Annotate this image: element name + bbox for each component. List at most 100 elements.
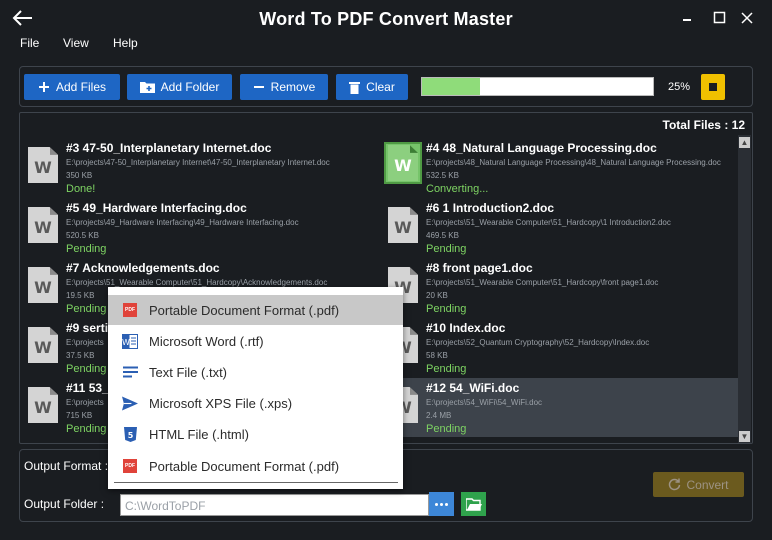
file-name: #7 Acknowledgements.doc [66, 261, 220, 275]
file-path: E:\projects\51_Wearable Computer\51_Hard… [426, 218, 671, 227]
word-doc-icon: W [388, 207, 418, 243]
convert-label: Convert [686, 477, 729, 492]
word-doc-icon: W [28, 267, 58, 303]
progress-fill [422, 78, 480, 95]
format-option-xps[interactable]: Microsoft XPS File (.xps) [108, 388, 403, 418]
word-doc-icon: W [28, 147, 58, 183]
refresh-icon [669, 478, 681, 491]
clear-label: Clear [366, 80, 395, 94]
file-size: 469.5 KB [426, 231, 459, 240]
stop-button[interactable] [701, 74, 725, 100]
format-option-label: HTML File (.html) [149, 426, 249, 442]
format-option-rtf[interactable]: W Microsoft Word (.rtf) [108, 326, 403, 356]
app-title: Word To PDF Convert Master [259, 9, 513, 29]
word-doc-icon: W [28, 387, 58, 423]
menu-bar: File View Help [0, 36, 772, 56]
format-option-label: Microsoft XPS File (.xps) [149, 395, 293, 411]
dropdown-divider [114, 482, 398, 483]
html5-icon: 5 [122, 426, 138, 442]
plus-icon [38, 82, 49, 92]
total-files: Total Files : 12 [662, 118, 745, 132]
file-path: E:\projects\48_Natural Language Processi… [426, 158, 721, 167]
word-icon: W [122, 333, 138, 349]
file-path: E:\projects\51_Wearable Computer\51_Hard… [66, 278, 328, 287]
close-icon[interactable] [740, 11, 754, 25]
svg-text:5: 5 [127, 431, 133, 440]
progress-percent: 25% [668, 81, 691, 93]
file-path: E:\projects\54_WiFi\54_WiFi.doc [426, 398, 543, 407]
file-name: #6 1 Introduction2.doc [426, 201, 555, 215]
file-status: Pending [66, 363, 107, 375]
minus-icon [253, 86, 264, 88]
file-size: 715 KB [66, 411, 93, 420]
send-arrow-icon [122, 395, 138, 411]
file-item[interactable]: W #6 1 Introduction2.doc E:\projects\51_We… [384, 198, 738, 257]
file-name: #8 front page1.doc [426, 261, 533, 275]
word-doc-icon: W [28, 207, 58, 243]
svg-text:W: W [122, 338, 130, 347]
progress-bar [421, 77, 654, 96]
file-path: E:\projects\52_Quantum Cryptography\52_H… [426, 338, 650, 347]
format-option-label: Portable Document Format (.pdf) [149, 302, 340, 318]
add-folder-button[interactable]: Add Folder [127, 74, 232, 100]
format-option-html[interactable]: 5 HTML File (.html) [108, 419, 403, 449]
browse-button[interactable] [429, 492, 454, 516]
file-name: #12 54_WiFi.doc [426, 381, 520, 395]
file-item[interactable]: W #10 Index.doc E:\projects\52_Quantum Cry… [384, 318, 738, 377]
format-option-label: Microsoft Word (.rtf) [149, 333, 264, 349]
add-files-label: Add Files [55, 80, 107, 94]
folder-plus-icon [139, 82, 155, 93]
scrollbar[interactable]: ▲ ▼ [738, 135, 751, 443]
format-option-pdf[interactable]: PDF Portable Document Format (.pdf) [108, 295, 403, 325]
remove-button[interactable]: Remove [240, 74, 328, 100]
output-format-dropdown[interactable]: PDF Portable Document Format (.pdf) W Mi… [108, 287, 403, 489]
maximize-icon[interactable] [713, 11, 727, 25]
file-name: #3 47-50_Interplanetary Internet.doc [66, 141, 272, 155]
file-name: #11 53_ [66, 381, 109, 395]
pdf-icon: PDF [122, 302, 138, 318]
file-name: #10 Index.doc [426, 321, 506, 335]
format-option-txt[interactable]: Text File (.txt) [108, 357, 403, 387]
format-option-label: Portable Document Format (.pdf) [149, 458, 340, 474]
file-item[interactable]: W #12 54_WiFi.doc E:\projects\54_WiFi\54_W… [384, 378, 738, 437]
file-size: 58 KB [426, 351, 448, 360]
file-status: Converting... [426, 183, 489, 195]
file-status: Pending [66, 423, 107, 435]
open-folder-button[interactable] [461, 492, 486, 516]
minimize-icon[interactable] [681, 11, 695, 25]
menu-file[interactable]: File [20, 36, 39, 50]
file-status: Pending [66, 243, 107, 255]
file-size: 20 KB [426, 291, 448, 300]
pdf-icon: PDF [122, 458, 138, 474]
file-item[interactable]: W #3 47-50_Interplanetary Internet.doc E:\… [24, 138, 378, 197]
file-size: 520.5 KB [66, 231, 99, 240]
toolbar: Add Files Add Folder Remove Clear 25% [19, 66, 753, 107]
output-folder-field[interactable]: C:\WordToPDF [120, 494, 429, 516]
file-status: Pending [66, 303, 107, 315]
file-path: E:\projects\51_Wearable Computer\51_Hard… [426, 278, 659, 287]
scroll-down-icon[interactable]: ▼ [739, 431, 750, 442]
word-doc-icon: W [388, 145, 418, 181]
file-item[interactable]: W #4 48_Natural Language Processing.doc E:… [384, 138, 738, 197]
word-doc-icon: W [28, 327, 58, 363]
format-option-pdf-2[interactable]: PDF Portable Document Format (.pdf) [108, 451, 403, 481]
file-item[interactable]: W #8 front page1.doc E:\projects\51_Wearab… [384, 258, 738, 317]
file-path: E:\projects\49_Hardware Interfacing\49_H… [66, 218, 299, 227]
add-files-button[interactable]: Add Files [24, 74, 120, 100]
file-status: Pending [426, 423, 467, 435]
output-format-label: Output Format : [24, 459, 109, 473]
file-status: Done! [66, 183, 96, 195]
menu-help[interactable]: Help [113, 36, 138, 50]
file-item[interactable]: W #5 49_Hardware Interfacing.doc E:\projec… [24, 198, 378, 257]
file-status: Pending [426, 243, 467, 255]
file-status: Pending [426, 303, 467, 315]
format-option-label: Text File (.txt) [149, 364, 228, 380]
clear-button[interactable]: Clear [336, 74, 408, 100]
convert-button[interactable]: Convert [653, 472, 744, 497]
output-folder-label: Output Folder : [24, 497, 105, 511]
scroll-up-icon[interactable]: ▲ [739, 137, 750, 148]
file-name: #4 48_Natural Language Processing.doc [426, 141, 657, 155]
stop-icon [709, 83, 717, 91]
menu-view[interactable]: View [63, 36, 89, 50]
active-doc-frame: W [384, 142, 422, 184]
